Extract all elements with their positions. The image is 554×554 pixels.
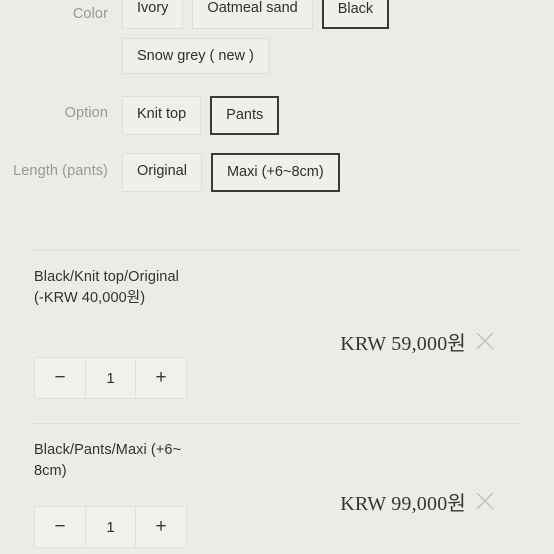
option-chip-maxi[interactable]: Maxi (+6~8cm) <box>210 153 340 192</box>
quantity-decrement-button[interactable]: − <box>35 507 86 547</box>
quantity-decrement-button[interactable]: − <box>35 358 86 398</box>
cart-item-description: Black/Pants/Maxi (+6~8cm) <box>34 442 182 479</box>
quantity-increment-button[interactable]: + <box>135 507 186 547</box>
remove-item-button[interactable] <box>472 328 498 354</box>
quantity-stepper: − 1 + <box>34 506 187 548</box>
close-icon <box>476 332 494 350</box>
product-option-and-cart-panel: Color Ivory Oatmeal sand Black Snow grey… <box>0 0 554 554</box>
option-chip-oatmeal-sand[interactable]: Oatmeal sand <box>192 0 313 29</box>
option-label-color: Color <box>72 6 108 22</box>
option-chip-original[interactable]: Original <box>122 153 202 192</box>
option-values-length-pants: Original Maxi (+6~8cm) <box>122 153 340 192</box>
option-chip-ivory[interactable]: Ivory <box>122 0 184 29</box>
quantity-value[interactable]: 1 <box>86 507 135 547</box>
divider <box>34 250 521 251</box>
option-chip-snow-grey[interactable]: Snow grey ( new ) <box>122 37 269 74</box>
cart-line-item: Black/Knit top/Original(-KRW 40,000원) − … <box>0 267 554 427</box>
option-row-color: Color Ivory Oatmeal sand Black Snow grey… <box>0 0 554 74</box>
option-values-option: Knit top Pants <box>122 96 280 135</box>
cart-item-price: KRW 99,000원 <box>340 493 466 515</box>
remove-item-button[interactable] <box>472 488 498 514</box>
option-label-length-pants: Length (pants) <box>13 163 108 179</box>
option-chip-black[interactable]: Black <box>321 0 390 29</box>
close-icon <box>476 492 494 510</box>
cart-item-description: Black/Knit top/Original(-KRW 40,000원) <box>34 269 179 306</box>
option-row-length-pants: Length (pants) Original Maxi (+6~8cm) <box>0 153 554 192</box>
divider <box>34 423 521 424</box>
cart-item-price: KRW 59,000원 <box>340 333 466 355</box>
quantity-stepper: − 1 + <box>34 357 187 399</box>
option-chip-knit-top[interactable]: Knit top <box>122 96 202 135</box>
quantity-value[interactable]: 1 <box>86 358 135 398</box>
option-chip-pants[interactable]: Pants <box>210 96 280 135</box>
cart-line-item: Black/Pants/Maxi (+6~8cm) − 1 + KRW 99,0… <box>0 440 554 554</box>
option-label-option: Option <box>64 105 108 121</box>
quantity-increment-button[interactable]: + <box>135 358 186 398</box>
option-values-color: Ivory Oatmeal sand Black Snow grey ( new… <box>122 0 522 74</box>
option-row-option: Option Knit top Pants <box>0 96 554 135</box>
